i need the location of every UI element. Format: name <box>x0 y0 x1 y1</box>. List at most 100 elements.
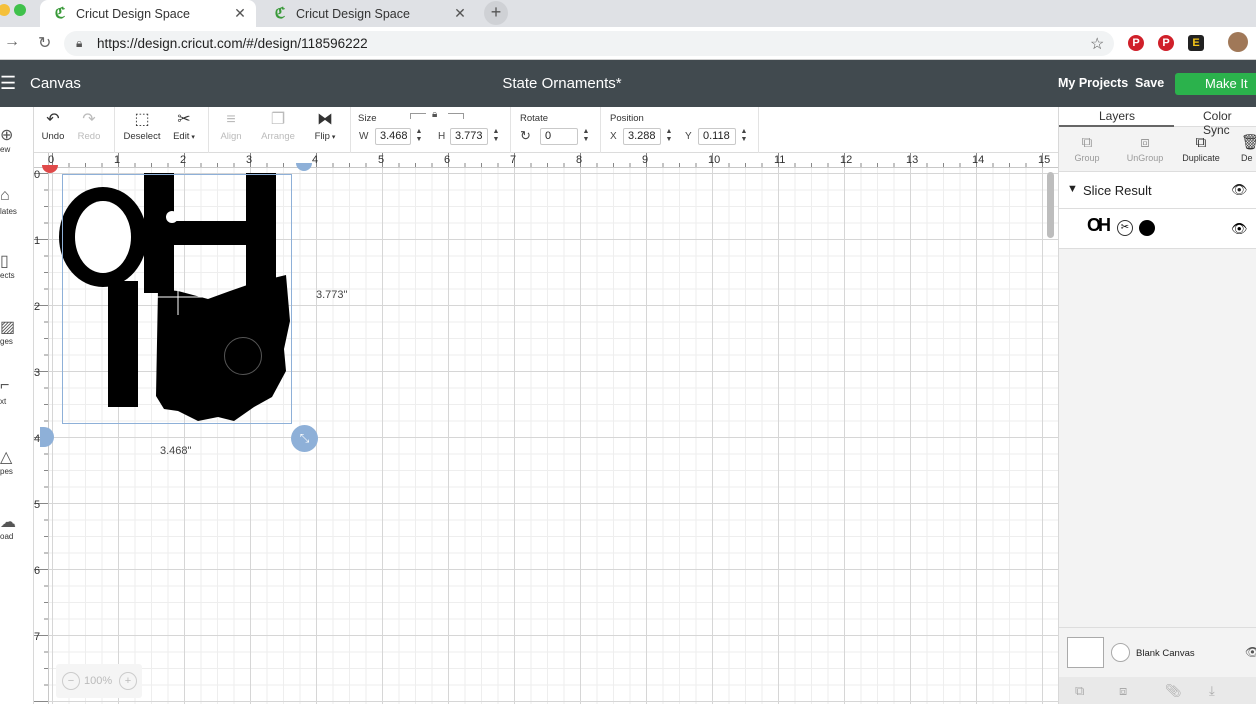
y-position-stepper[interactable]: ▲ ▼ <box>739 128 749 145</box>
height-input[interactable]: 3.773 <box>450 128 488 145</box>
sidebar-item-upload[interactable]: ☁ oad <box>0 512 30 541</box>
sidebar-item-projects[interactable]: ▯ ects <box>0 251 30 280</box>
zoom-out-button[interactable]: − <box>62 672 80 690</box>
arrange-dropdown[interactable]: ❐ Arrange <box>258 109 298 142</box>
deselect-icon: ⬚ <box>134 111 150 128</box>
ruler-top-label: 12 <box>840 154 853 166</box>
visibility-eye-icon[interactable]: 👁︎ <box>1231 221 1248 237</box>
width-input[interactable]: 3.468 <box>375 128 411 145</box>
ruler-left-label: 7 <box>34 631 41 643</box>
cut-scissors-icon[interactable]: ✂ <box>1117 220 1133 236</box>
sidebar-item-text[interactable]: ⌐ xt <box>0 377 30 406</box>
sidebar-item-shapes[interactable]: △ pes <box>0 447 30 476</box>
edit-toolbar: ↶ Undo ↷ Redo ⬚ Deselect ✂ Edit ▾ ≡ Alig… <box>34 107 1058 153</box>
make-it-button[interactable]: Make It <box>1175 73 1256 95</box>
align-dropdown[interactable]: ≡ Align <box>214 109 248 142</box>
edit-tools-icon: ✂ <box>177 111 191 128</box>
visibility-eye-icon[interactable]: 👁︎ <box>1231 182 1248 198</box>
ruler-top-label: 15 <box>1038 154 1051 166</box>
flip-dropdown[interactable]: ⧓ Flip ▾ <box>310 109 340 142</box>
new-tab-button[interactable]: + <box>484 1 508 25</box>
position-label: Position <box>610 113 644 124</box>
hidden-eye-icon[interactable]: 👁︎ <box>1245 645 1256 659</box>
zoom-in-button[interactable]: + <box>119 672 137 690</box>
forward-icon[interactable]: → <box>4 33 20 51</box>
sidebar-item-label: ew <box>0 145 11 154</box>
height-stepper[interactable]: ▲ ▼ <box>491 128 501 145</box>
undo-button[interactable]: ↶ Undo <box>40 109 66 142</box>
browser-tab-active[interactable]: ℭ Cricut Design Space ✕ <box>40 0 256 27</box>
slice-icon[interactable]: ⧉ <box>1075 683 1084 699</box>
design-canvas[interactable]: 0 1 2 3 4 5 6 7 8 9 10 11 12 13 14 15 0 … <box>34 153 1058 704</box>
layer-color-swatch[interactable] <box>1139 220 1155 236</box>
blank-canvas-row[interactable]: Blank Canvas 👁︎ <box>1059 627 1256 677</box>
resize-handle[interactable]: ⤡ <box>291 425 318 452</box>
group-button[interactable]: ⧉ Group <box>1073 133 1101 163</box>
close-tab-icon[interactable]: ✕ <box>230 5 250 22</box>
x-position-stepper[interactable]: ▲ ▼ <box>664 128 674 145</box>
lock-ratio-icon[interactable]: 🔒︎ <box>432 109 437 120</box>
width-stepper[interactable]: ▲ ▼ <box>414 128 424 145</box>
image-icon: ▨ <box>0 319 16 336</box>
window-zoom-button[interactable] <box>14 4 26 16</box>
y-position-input[interactable]: 0.118 <box>698 128 736 145</box>
sidebar-item-templates[interactable]: ⌂ lates <box>0 187 30 216</box>
sidebar-item-new[interactable]: ⊕ ew <box>0 125 30 154</box>
width-label: W <box>359 131 369 142</box>
layers-panel: Layers Color Sync ⧉ Group ⧈ UnGroup ⧉ Du… <box>1058 107 1256 704</box>
pinterest-save-extension-icon[interactable]: P <box>1158 35 1174 51</box>
expand-triangle-icon[interactable]: ▼ <box>1067 183 1078 195</box>
layer-thumbnail-oh: OH <box>1087 215 1111 235</box>
align-icon: ≡ <box>226 111 236 128</box>
ruler-top-label: 5 <box>378 154 385 166</box>
layer-group-slice-result[interactable]: ▼ Slice Result 👁︎ <box>1059 171 1256 209</box>
weld-icon[interactable]: ⧈ <box>1119 683 1127 699</box>
edit-dropdown[interactable]: ✂ Edit ▾ <box>168 109 200 142</box>
redo-button[interactable]: ↷ Redo <box>76 109 102 142</box>
tab-layers[interactable]: Layers <box>1099 109 1135 123</box>
browser-tab[interactable]: ℭ Cricut Design Space ✕ <box>260 0 476 27</box>
extension-icon[interactable]: E <box>1188 35 1204 51</box>
y-label: Y <box>685 131 692 142</box>
undo-icon: ↶ <box>46 111 60 128</box>
save-button[interactable]: Save <box>1135 76 1164 90</box>
reload-icon[interactable]: ↻ <box>38 33 51 53</box>
toolbar-divider <box>758 107 759 153</box>
canvas-vertical-scrollbar[interactable] <box>1047 172 1054 238</box>
x-label: X <box>610 131 617 142</box>
duplicate-button[interactable]: ⧉ Duplicate <box>1181 133 1221 163</box>
redo-icon: ↷ <box>82 111 96 128</box>
toolbar-divider <box>350 107 351 153</box>
bookmark-star-icon[interactable]: ☆ <box>1090 34 1104 54</box>
attach-icon[interactable]: 📎︎ <box>1165 683 1182 699</box>
ungroup-button[interactable]: ⧈ UnGroup <box>1125 133 1165 163</box>
size-link-bracket <box>448 113 464 119</box>
rotate-icon: ↻ <box>520 128 531 143</box>
size-link-bracket <box>410 113 426 119</box>
sidebar-item-images[interactable]: ▨ ges <box>0 317 30 346</box>
delete-button[interactable]: 🗑︎ De <box>1241 133 1256 163</box>
size-label: Size <box>358 113 377 124</box>
pinterest-extension-icon[interactable]: P <box>1128 35 1144 51</box>
rotate-input[interactable]: 0 <box>540 128 578 145</box>
canvas-swatch[interactable] <box>1067 637 1104 668</box>
flatten-icon[interactable]: ⤓ <box>1209 683 1215 699</box>
shapes-icon: △ <box>0 449 13 466</box>
ruler-top-label: 7 <box>510 154 517 166</box>
ruler-left-label: 0 <box>34 169 41 181</box>
my-projects-button[interactable]: My Projects <box>1058 76 1128 90</box>
deselect-button[interactable]: ⬚ Deselect <box>122 109 162 142</box>
profile-avatar[interactable] <box>1228 32 1248 52</box>
canvas-color-circle[interactable] <box>1111 643 1130 662</box>
height-label: H <box>438 131 446 142</box>
tab-title: Cricut Design Space <box>296 6 410 21</box>
arrange-icon: ❐ <box>270 111 286 128</box>
panel-bottom-toolbar: ⧉ ⧈ 📎︎ ⤓ <box>1059 677 1256 704</box>
window-minimize-button[interactable] <box>0 4 10 16</box>
duplicate-icon: ⧉ <box>1195 134 1207 151</box>
layer-item[interactable]: OH ✂ 👁︎ <box>1059 209 1256 249</box>
close-tab-icon[interactable]: ✕ <box>450 5 470 22</box>
url-field[interactable]: 🔒︎ https://design.cricut.com/#/design/11… <box>64 31 1114 56</box>
x-position-input[interactable]: 3.288 <box>623 128 661 145</box>
rotate-stepper[interactable]: ▲ ▼ <box>581 128 591 145</box>
